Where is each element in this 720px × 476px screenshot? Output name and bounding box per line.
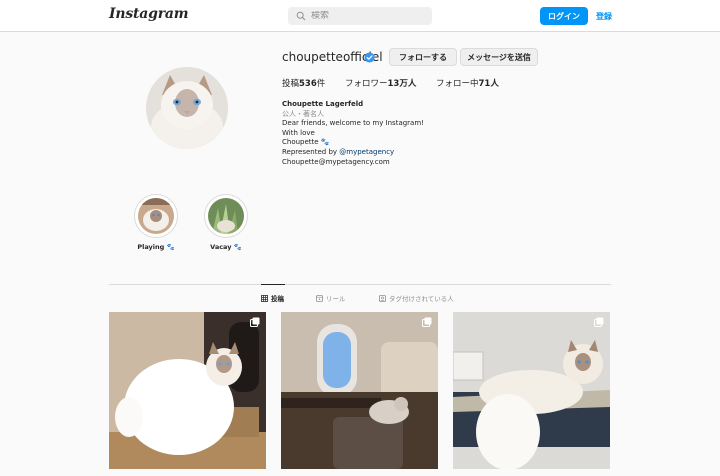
followers-count[interactable]: フォロワー13万人: [345, 77, 416, 89]
bio-line: Choupette 🐾: [282, 138, 330, 147]
highlight-label: Playing 🐾: [137, 243, 175, 251]
post-thumbnail[interactable]: [453, 312, 610, 469]
multiple-photos-icon: [250, 317, 260, 327]
instagram-logo[interactable]: Instagram: [109, 6, 189, 22]
multiple-photos-icon: [594, 317, 604, 327]
highlight-vacay[interactable]: Vacay 🐾: [204, 194, 248, 251]
tab-posts[interactable]: 投稿: [261, 293, 284, 303]
post-thumbnail[interactable]: [109, 312, 266, 469]
tabs-divider: [109, 284, 611, 285]
reels-icon: [316, 294, 323, 302]
active-tab-indicator: [261, 284, 285, 285]
search-box[interactable]: [288, 7, 432, 25]
tab-tagged[interactable]: タグ付けされている人: [379, 293, 454, 303]
highlight-label: Vacay 🐾: [210, 243, 242, 251]
highlight-cover: [138, 198, 174, 234]
tab-label: リール: [326, 295, 346, 303]
tab-label: タグ付けされている人: [389, 295, 454, 303]
bio-represented: Represented by @mypetagency: [282, 148, 424, 158]
posts-suffix: 件: [316, 79, 326, 89]
tab-reels[interactable]: リール: [316, 293, 346, 303]
search-input[interactable]: [311, 11, 421, 21]
following-count[interactable]: フォロー中71人: [436, 77, 499, 89]
bio-mention-link[interactable]: @mypetagency: [339, 148, 394, 156]
bio-represented-prefix: Represented by: [282, 147, 340, 156]
profile-avatar[interactable]: [146, 67, 228, 149]
top-navigation-bar: Instagram ログイン 登録: [0, 0, 720, 32]
send-message-button[interactable]: メッセージを送信: [460, 48, 538, 66]
followers-value: 13万人: [387, 79, 417, 89]
verified-badge-icon: [364, 52, 375, 63]
posts-count: 投稿536件: [282, 77, 325, 89]
post-image: [281, 312, 438, 469]
follow-button[interactable]: フォローする: [389, 48, 457, 66]
search-icon: [296, 11, 306, 21]
bio-email: Choupette@mypetagency.com: [282, 157, 390, 166]
posts-label: 投稿: [282, 79, 300, 89]
highlight-playing[interactable]: Playing 🐾: [134, 194, 178, 251]
bio-category: 公人・著名人: [282, 109, 324, 118]
multiple-photos-icon: [422, 317, 432, 327]
signup-link[interactable]: 登録: [596, 11, 612, 22]
bio-line: Dear friends, welcome to my Instagram!: [282, 119, 424, 128]
grid-icon: [261, 294, 268, 302]
following-value: 71人: [478, 79, 499, 89]
post-image: [453, 312, 610, 469]
bio-full-name: Choupette Lagerfeld: [282, 100, 364, 108]
login-button[interactable]: ログイン: [540, 7, 588, 25]
highlight-cover: [208, 198, 244, 234]
post-thumbnail[interactable]: [281, 312, 438, 469]
post-image: [109, 312, 266, 469]
posts-value: 536: [299, 79, 317, 89]
profile-bio: Choupette Lagerfeld 公人・著名人 Dear friends,…: [282, 100, 424, 167]
highlight-ring: [204, 194, 248, 238]
highlight-ring: [134, 194, 178, 238]
bio-line: With love: [282, 128, 315, 137]
followers-label: フォロワー: [345, 79, 388, 89]
tab-label: 投稿: [271, 295, 284, 303]
tagged-icon: [379, 294, 386, 302]
following-label: フォロー中: [436, 79, 479, 89]
